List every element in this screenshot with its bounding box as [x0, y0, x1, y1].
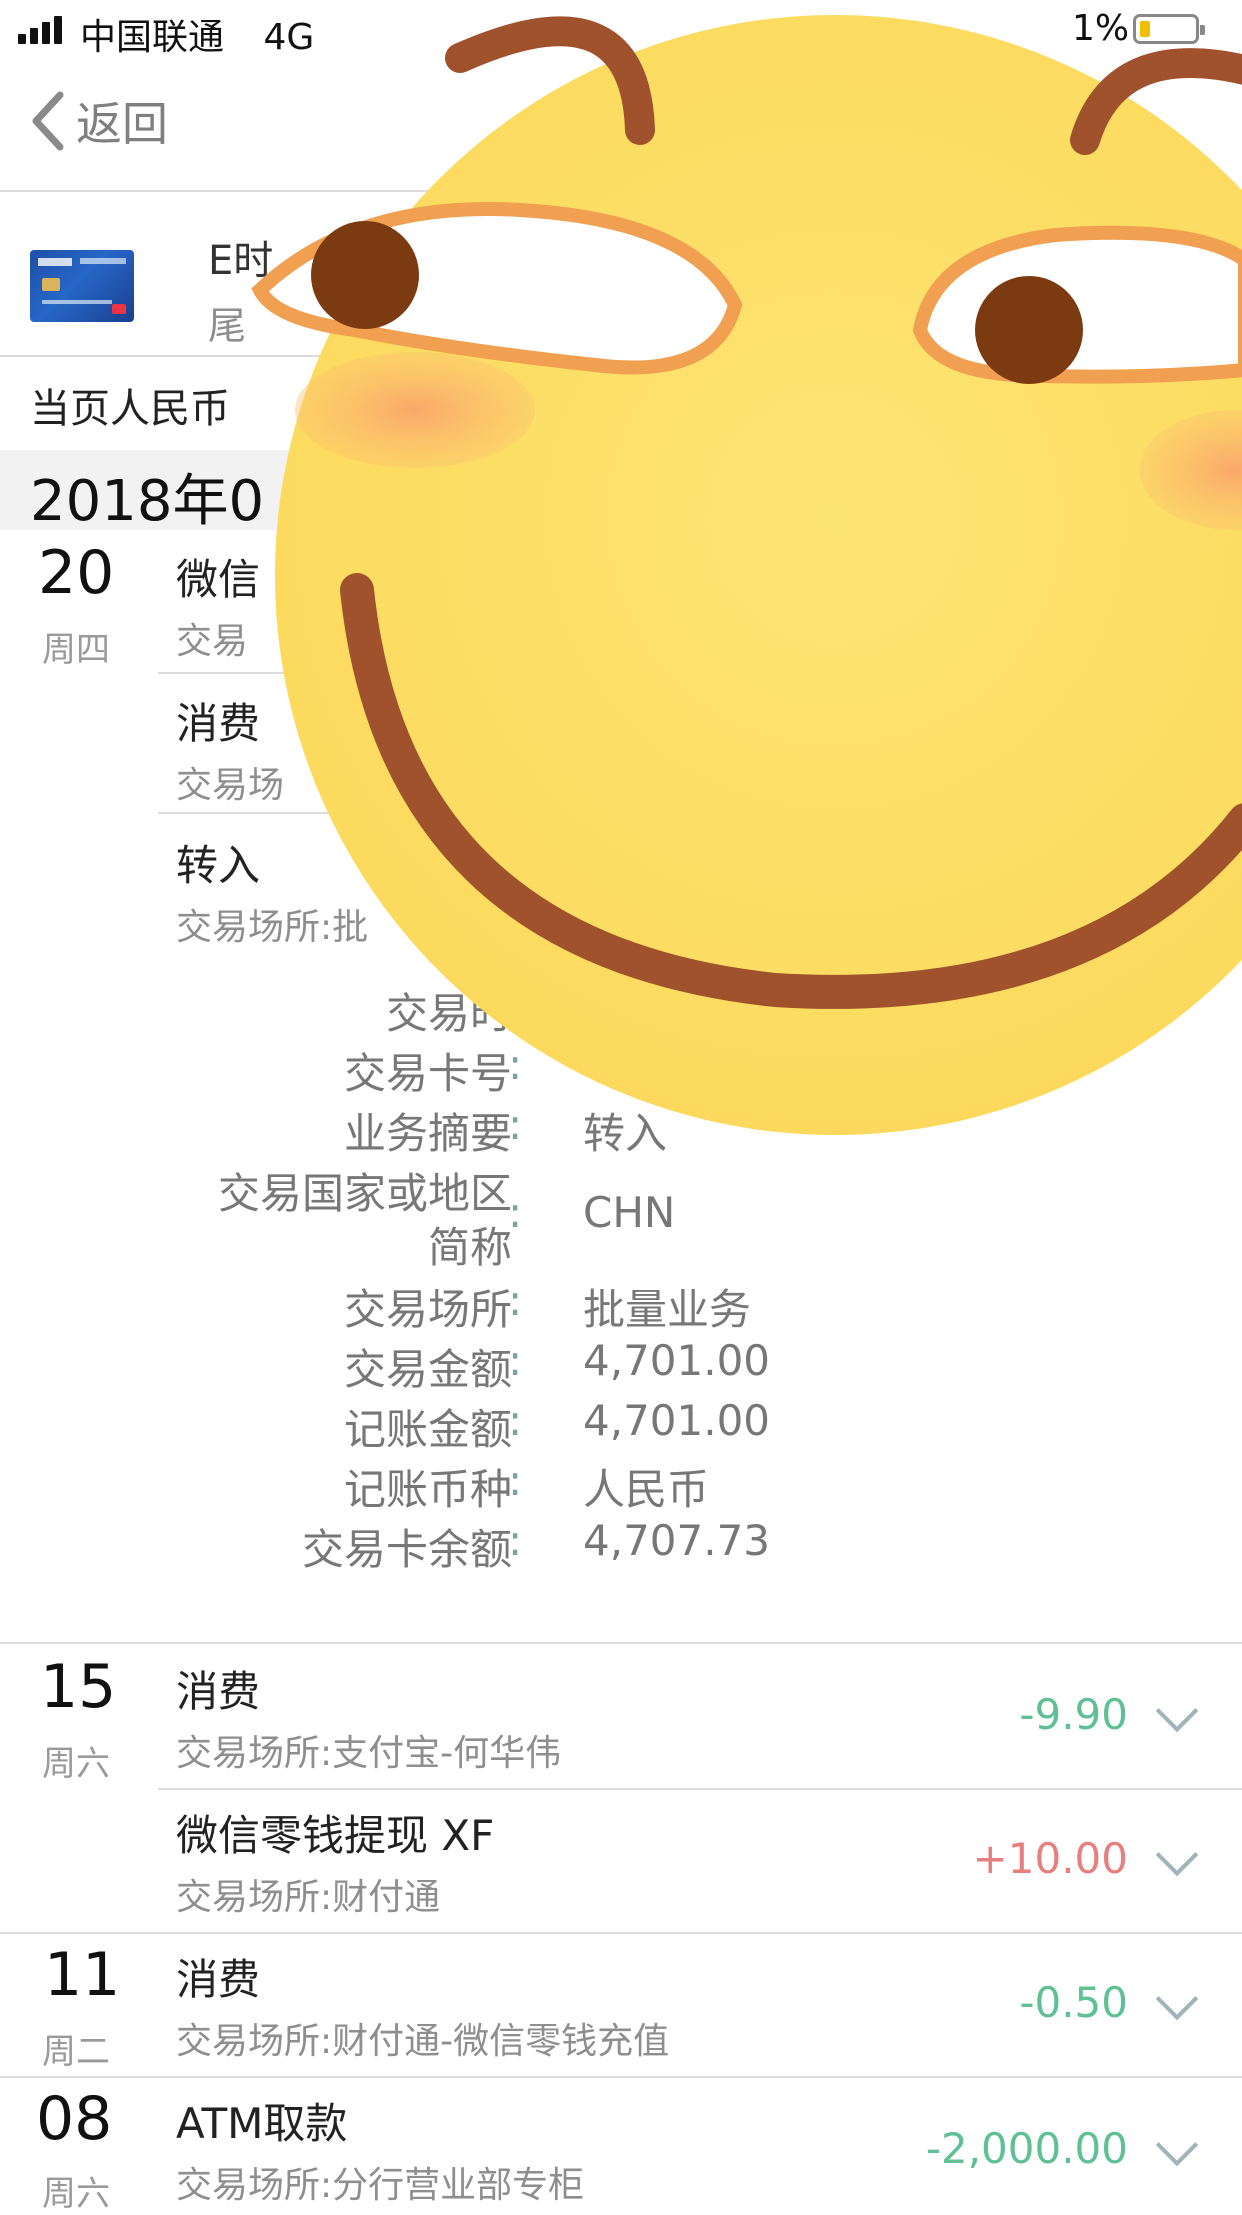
detail-value: 人民币	[583, 1465, 710, 1514]
weekday-label: 周六	[42, 1744, 110, 1784]
day-number: 08	[36, 2084, 113, 2154]
group-divider	[0, 2076, 1242, 2078]
transaction-place: 交易场所:财付通-微信零钱充值	[176, 2021, 670, 2062]
day-number: 15	[40, 1652, 117, 1722]
transaction-row[interactable]: ATM取款 交易场所:分行营业部专柜 -2,000.00	[156, 2084, 1242, 2208]
transaction-amount: -0.50	[1019, 1978, 1128, 2027]
transaction-amount: -9.90	[1019, 1690, 1128, 1739]
transaction-title: 消费	[176, 1667, 261, 1716]
detail-label: 交易金额	[343, 1345, 512, 1394]
group-divider	[0, 1932, 1242, 1934]
detail-colon: :	[508, 1396, 523, 1445]
expand-chevron-icon[interactable]	[1155, 1689, 1199, 1733]
detail-value: 4,707.73	[583, 1516, 771, 1565]
transaction-place: 交易场所:分行营业部专柜	[176, 2165, 585, 2206]
detail-label: 记账币种	[343, 1465, 512, 1514]
expand-chevron-icon[interactable]	[1155, 1977, 1199, 2021]
transaction-title: 微信零钱提现 XF	[176, 1811, 495, 1860]
page-summary: 当页人民币	[30, 386, 230, 432]
detail-label: 交易场所	[343, 1285, 512, 1334]
detail-label: 交易国家或地区	[217, 1169, 512, 1218]
back-chevron-icon	[32, 91, 64, 151]
bank-card-icon	[30, 250, 134, 322]
transaction-title: 消费	[176, 1955, 261, 2004]
detail-label: 交易卡余额	[301, 1525, 512, 1574]
detail-colon: :	[508, 1188, 523, 1237]
detail-value: 批量业务	[583, 1285, 752, 1334]
detail-label: 记账金额	[343, 1405, 512, 1454]
day-number: 11	[44, 1940, 121, 2010]
detail-label: 简称	[427, 1223, 512, 1272]
group-divider	[0, 1642, 1242, 1644]
detail-colon: :	[508, 1276, 523, 1325]
expand-chevron-icon[interactable]	[1155, 1833, 1199, 1877]
smirk-emoji-sticker	[235, 0, 1242, 1140]
weekday-label: 周四	[42, 630, 110, 670]
transaction-amount: -2,000.00	[925, 2124, 1128, 2173]
transaction-amount: +10.00	[972, 1834, 1128, 1883]
month-label: 2018年0	[30, 469, 265, 534]
transaction-title: ATM取款	[176, 2099, 348, 2148]
detail-colon: :	[508, 1456, 523, 1505]
transaction-row[interactable]: 消费 交易场所:财付通-微信零钱充值 -0.50	[156, 1940, 1242, 2072]
transaction-place: 交易场所:支付宝-何华伟	[176, 1733, 562, 1774]
weekday-label: 周二	[42, 2032, 110, 2072]
detail-colon: :	[508, 1516, 523, 1565]
back-button[interactable]: 返回	[30, 88, 168, 154]
back-label: 返回	[76, 97, 168, 151]
detail-value: 4,701.00	[583, 1336, 771, 1385]
row-divider	[158, 1788, 1242, 1790]
detail-colon: :	[508, 1336, 523, 1385]
expand-chevron-icon[interactable]	[1155, 2123, 1199, 2167]
day-number: 20	[38, 538, 115, 608]
transaction-row[interactable]: 消费 交易场所:支付宝-何华伟 -9.90	[156, 1652, 1242, 1784]
signal-icon	[18, 16, 68, 44]
carrier-name: 中国联通	[80, 17, 225, 58]
transaction-place: 交易场所:财付通	[176, 1877, 441, 1918]
detail-value: CHN	[583, 1188, 676, 1237]
transaction-row[interactable]: 微信零钱提现 XF 交易场所:财付通 +10.00	[156, 1796, 1242, 1928]
detail-value: 4,701.00	[583, 1396, 771, 1445]
